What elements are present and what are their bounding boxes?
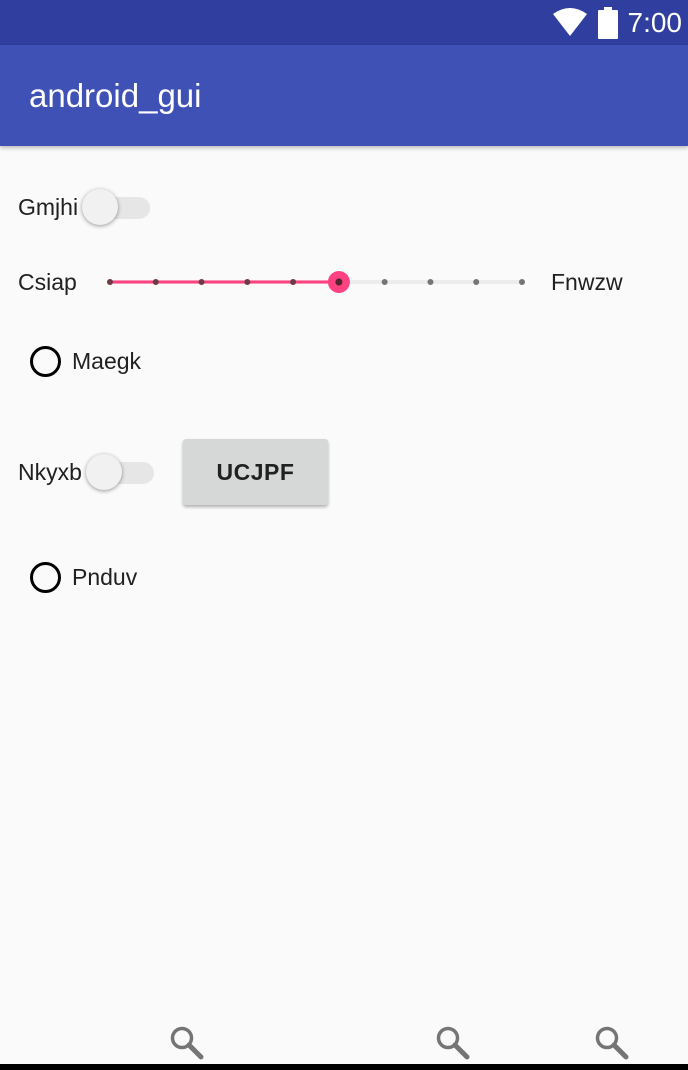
search-icon[interactable] — [594, 1025, 630, 1061]
switch-gmjhi[interactable] — [82, 187, 152, 227]
seekbar-right-label: Fnwzw — [551, 269, 623, 295]
navigation-bar — [0, 1064, 688, 1070]
seekbar-tick — [244, 279, 251, 285]
radio-button-circle[interactable] — [30, 562, 61, 593]
seekbar-tick — [152, 279, 159, 285]
switch-nkyxb[interactable] — [86, 452, 156, 492]
radio-pnduv-label: Pnduv — [72, 564, 138, 590]
switch-thumb[interactable] — [82, 189, 118, 225]
seekbar-tick — [107, 279, 113, 285]
switch-thumb[interactable] — [86, 454, 122, 490]
radio-button-circle[interactable] — [30, 346, 61, 377]
seekbar-tick — [381, 279, 388, 285]
seekbar-tick — [198, 279, 205, 285]
seekbar[interactable] — [100, 264, 535, 300]
status-time: 7:00 — [627, 7, 683, 38]
seekbar-tick — [519, 279, 525, 285]
search-icon[interactable] — [435, 1025, 471, 1061]
ucjpf-button[interactable]: UCJPF — [183, 439, 328, 505]
seekbar-thumb-dot — [335, 278, 343, 286]
seekbar-tick — [473, 279, 480, 285]
app-bar: android_gui — [0, 45, 688, 146]
battery-icon — [597, 6, 618, 39]
seekbar-tick — [427, 279, 434, 285]
seekbar-tick — [290, 279, 297, 285]
switch-gmjhi-label: Gmjhi — [18, 194, 79, 220]
radio-pnduv[interactable]: Pnduv — [30, 562, 137, 593]
search-icon[interactable] — [169, 1025, 205, 1061]
app-title: android_gui — [29, 77, 202, 114]
wifi-icon — [552, 7, 587, 36]
status-bar: 7:00 — [0, 0, 688, 45]
radio-maegk-label: Maegk — [72, 348, 142, 374]
switch-nkyxb-label: Nkyxb — [18, 459, 82, 485]
status-icons: 7:00 — [552, 0, 683, 45]
radio-maegk[interactable]: Maegk — [30, 346, 141, 377]
seekbar-left-label: Csiap — [18, 269, 77, 295]
